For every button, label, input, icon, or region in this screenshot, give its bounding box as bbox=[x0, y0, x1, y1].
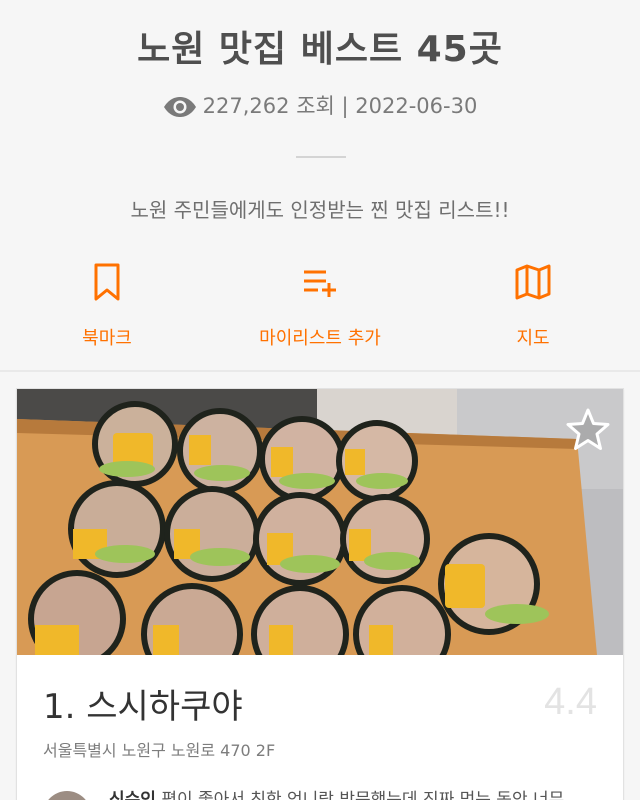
favorite-star-icon[interactable] bbox=[565, 407, 611, 453]
map-label: 지도 bbox=[516, 328, 550, 349]
view-count: 227,262 조회 bbox=[202, 94, 335, 118]
add-to-mylist-button[interactable]: 마이리스트 추가 bbox=[240, 262, 400, 352]
divider bbox=[296, 156, 346, 158]
meta-separator: | bbox=[334, 94, 356, 118]
review-author: 신수인 bbox=[109, 790, 156, 800]
page-title: 노원 맛집 베스트 45곳 bbox=[137, 29, 503, 70]
section-separator bbox=[0, 370, 640, 372]
list-description: 노원 주민들에게도 인정받는 찐 맛집 리스트!! bbox=[130, 198, 510, 222]
map-button[interactable]: 지도 bbox=[453, 262, 613, 352]
eye-icon bbox=[163, 96, 197, 123]
list-header: 노원 맛집 베스트 45곳 227,262 조회 | 2022-06-30 노원… bbox=[0, 0, 640, 372]
restaurant-name[interactable]: 1. 스시하쿠야 bbox=[43, 679, 243, 728]
review-text: 평이 좋아서 친한 언니랑 방문했는데 진짜 먹는 동안 너무 bbox=[155, 790, 565, 800]
bookmark-icon bbox=[27, 262, 187, 302]
action-bar: 북마크 마이리스트 추가 지도 bbox=[0, 262, 640, 352]
view-count-and-date: 227,262 조회 | 2022-06-30 bbox=[0, 90, 640, 123]
review-preview[interactable]: 신수인 평이 좋아서 친한 언니랑 방문했는데 진짜 먹는 동안 너무 bbox=[43, 785, 623, 800]
restaurant-address: 서울특별시 노원구 노원로 470 2F bbox=[43, 741, 276, 760]
restaurant-rating: 4.4 bbox=[544, 681, 597, 723]
review-text-line: 신수인 평이 좋아서 친한 언니랑 방문했는데 진짜 먹는 동안 너무 bbox=[109, 785, 564, 800]
map-icon bbox=[453, 262, 613, 302]
avatar bbox=[43, 791, 91, 800]
add-to-mylist-label: 마이리스트 추가 bbox=[259, 328, 381, 349]
publish-date: 2022-06-30 bbox=[355, 94, 478, 118]
bookmark-label: 북마크 bbox=[82, 328, 132, 349]
bookmark-button[interactable]: 북마크 bbox=[27, 262, 187, 352]
playlist-add-icon bbox=[240, 262, 400, 302]
restaurant-photo[interactable] bbox=[17, 389, 623, 655]
restaurant-card[interactable]: 1. 스시하쿠야 4.4 서울특별시 노원구 노원로 470 2F 신수인 평이… bbox=[16, 388, 624, 800]
